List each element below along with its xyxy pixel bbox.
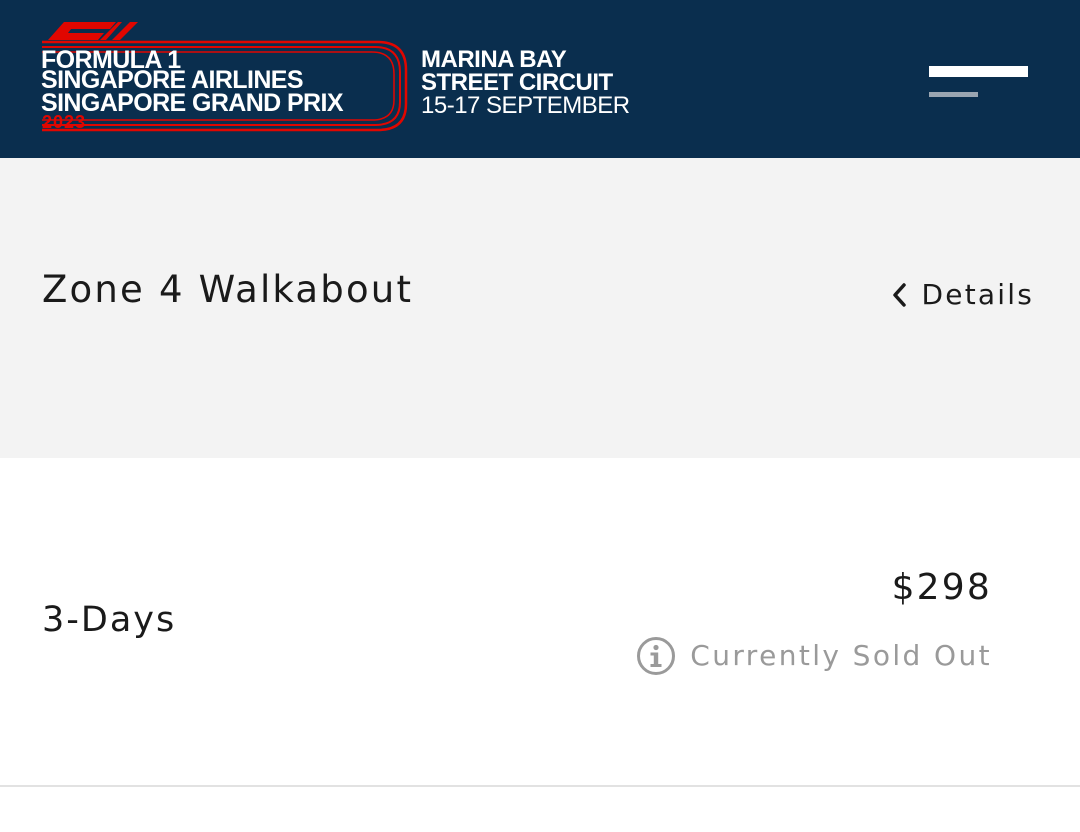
menu-button[interactable] <box>924 60 1034 104</box>
zone-section: Zone 4 Walkabout Details <box>0 158 1080 458</box>
logo-line-grand-prix: SINGAPORE GRAND PRIX <box>41 89 344 117</box>
ticket-price: $298 <box>891 567 992 608</box>
logo-year: 2023 <box>42 112 87 132</box>
event-logo[interactable]: FORMULA 1 SINGAPORE AIRLINES SINGAPORE G… <box>38 18 418 136</box>
sold-out-label: Currently Sold Out <box>690 639 992 672</box>
venue-line-1: MARINA BAY <box>421 46 567 73</box>
details-button[interactable]: Details <box>892 278 1034 312</box>
details-label: Details <box>921 278 1034 311</box>
zone-title: Zone 4 Walkabout <box>42 268 414 311</box>
info-icon <box>637 637 676 675</box>
sold-out-status: Currently Sold Out <box>636 636 992 676</box>
event-dates: 15-17 SEPTEMBER <box>421 92 630 119</box>
ticket-name: 3-Days <box>42 600 177 640</box>
site-header: FORMULA 1 SINGAPORE AIRLINES SINGAPORE G… <box>0 0 1080 158</box>
event-info: MARINA BAY STREET CIRCUIT 15-17 SEPTEMBE… <box>421 46 630 119</box>
ticket-row[interactable]: 3-Days $298 Currently Sold Out <box>0 458 1080 787</box>
chevron-left-icon <box>892 283 906 307</box>
venue-line-2: STREET CIRCUIT <box>421 69 613 96</box>
